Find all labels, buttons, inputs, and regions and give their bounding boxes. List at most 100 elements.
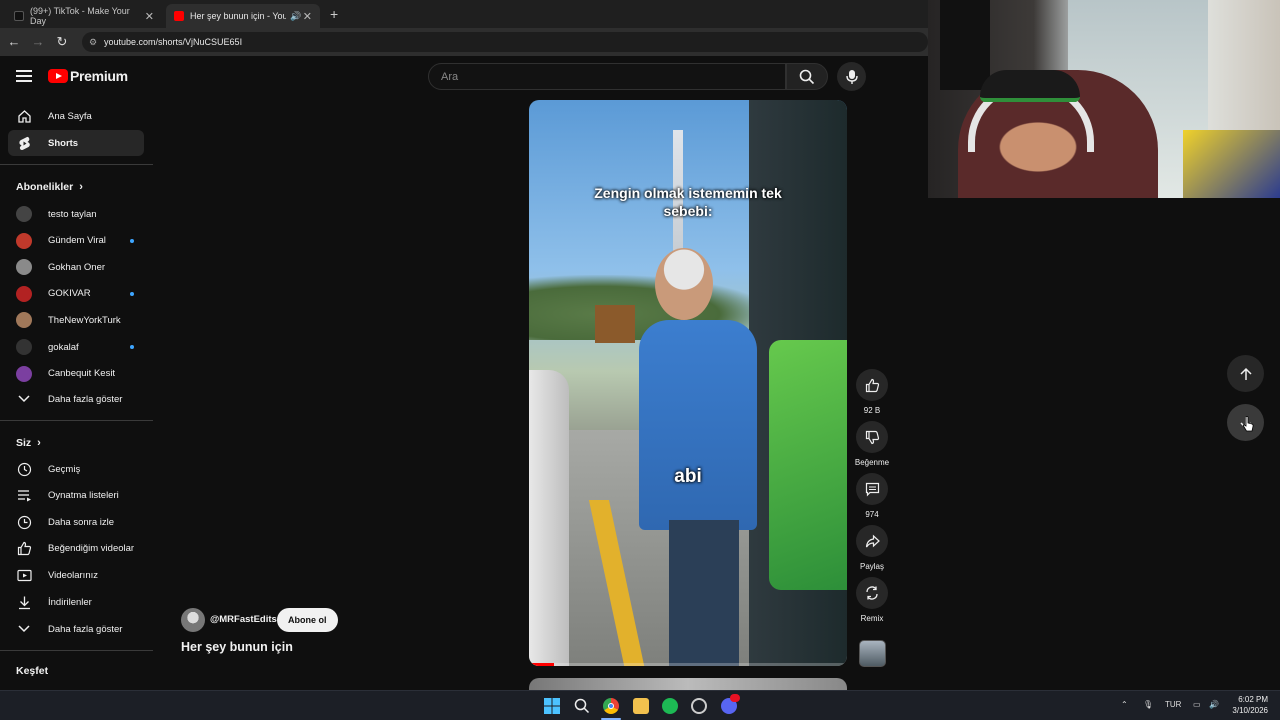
sidebar-item-label: Beğendiğim videolar xyxy=(48,543,135,555)
chrome-icon[interactable] xyxy=(603,698,619,714)
sidebar-subscription-item[interactable]: GOKIVAR xyxy=(8,281,144,307)
sound-thumbnail[interactable] xyxy=(859,640,886,667)
tab-title: Her şey bunun için - YouTube xyxy=(190,11,286,21)
like-button[interactable]: 92 B xyxy=(856,369,888,415)
remix-button[interactable]: Remix xyxy=(856,577,888,623)
sidebar-item-label: testo taylan xyxy=(48,208,97,220)
dislike-button[interactable]: Beğenme xyxy=(855,421,889,467)
sidebar-item-shorts[interactable]: Shorts xyxy=(8,130,144,156)
search-button[interactable] xyxy=(786,63,828,90)
sidebar-item-liked-videos[interactable]: Beğendiğim videolar xyxy=(8,536,144,562)
chevron-right-icon: › xyxy=(79,181,83,193)
back-arrow-icon[interactable]: ← xyxy=(6,34,22,50)
url-field[interactable]: ⚙ youtube.com/shorts/VjNuCSUE65I xyxy=(82,32,928,52)
sidebar-item-label: Gokhan Oner xyxy=(48,261,106,273)
you-heading[interactable]: Siz › xyxy=(16,437,41,449)
browser-tab-bar: (99+) TikTok - Make Your Day ✕ Her şey b… xyxy=(0,0,930,28)
app-icon[interactable] xyxy=(691,698,707,714)
microphone-tray-icon[interactable]: 🎙 xyxy=(1143,700,1153,709)
system-clock[interactable]: 6:02 PM 3/10/2026 xyxy=(1232,694,1268,716)
show-more-subscriptions[interactable]: Daha fazla göster xyxy=(8,386,144,412)
forward-arrow-icon[interactable]: → xyxy=(30,34,46,50)
windows-start-icon[interactable] xyxy=(544,698,560,714)
sidebar-item-home[interactable]: Ana Sayfa xyxy=(8,103,144,129)
chevron-up-icon[interactable]: ⌃ xyxy=(1121,700,1128,709)
explore-heading: Keşfet xyxy=(16,665,48,677)
subscriptions-title: Abonelikler xyxy=(16,181,74,193)
new-content-dot xyxy=(130,291,134,296)
sidebar-item-label: Ana Sayfa xyxy=(48,110,92,122)
voice-search-button[interactable] xyxy=(837,62,866,91)
webcam-jersey xyxy=(1183,130,1280,198)
video-progress-bar[interactable] xyxy=(529,663,847,666)
subscriptions-heading[interactable]: Abonelikler › xyxy=(16,181,83,193)
sidebar-subscription-item[interactable]: Gündem Viral xyxy=(8,228,144,254)
discord-icon[interactable] xyxy=(721,694,740,714)
new-tab-button[interactable]: + xyxy=(330,6,338,22)
channel-avatar-icon xyxy=(16,365,32,382)
sidebar-subscription-item[interactable]: Gokhan Oner xyxy=(8,254,144,280)
channel-avatar-icon xyxy=(16,232,32,249)
site-info-icon[interactable]: ⚙ xyxy=(89,32,97,52)
sidebar-item-history[interactable]: Geçmiş xyxy=(8,456,144,482)
sidebar-item-label: Gündem Viral xyxy=(48,235,106,247)
video-title[interactable]: Her şey bunun için xyxy=(181,640,293,654)
divider xyxy=(0,164,153,165)
youtube-logo[interactable]: Premium xyxy=(48,68,128,84)
menu-icon[interactable] xyxy=(16,70,32,82)
network-icon[interactable]: ▭ xyxy=(1193,700,1201,709)
comments-button[interactable]: 974 xyxy=(856,473,888,519)
language-indicator[interactable]: TUR xyxy=(1165,700,1181,709)
previous-short-button[interactable] xyxy=(1227,355,1264,392)
divider xyxy=(0,420,153,421)
show-more-you[interactable]: Daha fazla göster xyxy=(8,616,144,642)
watch-later-icon xyxy=(16,514,32,530)
sidebar-subscription-item[interactable]: Canbequit Kesit xyxy=(8,361,144,387)
clock-time: 6:02 PM xyxy=(1238,695,1268,704)
sidebar-item-downloads[interactable]: İndirilenler xyxy=(8,589,144,615)
channel-avatar-icon xyxy=(16,339,32,355)
search-box[interactable] xyxy=(428,63,786,90)
next-short-preview[interactable] xyxy=(529,678,847,690)
sidebar-subscription-item[interactable]: gokalaf xyxy=(8,334,144,360)
history-icon xyxy=(16,461,32,477)
video-progress-fill xyxy=(529,663,555,666)
downloads-icon xyxy=(16,594,32,610)
reload-icon[interactable]: ↻ xyxy=(54,34,70,50)
webcam-wall-poster xyxy=(940,0,990,90)
remix-label: Remix xyxy=(860,614,884,623)
comment-icon xyxy=(865,482,879,496)
spotify-icon[interactable] xyxy=(662,698,678,714)
microphone-icon xyxy=(845,69,858,84)
sidebar-item-label: Canbequit Kesit xyxy=(48,368,116,380)
sidebar-item-playlists[interactable]: Oynatma listeleri xyxy=(8,483,144,509)
speaker-icon[interactable]: 🔊 xyxy=(290,11,301,22)
channel-avatar[interactable] xyxy=(181,608,205,632)
explore-title: Keşfet xyxy=(16,665,49,677)
volume-icon[interactable]: 🔊 xyxy=(1209,700,1219,709)
taskbar-search-icon[interactable] xyxy=(574,698,590,714)
tab-youtube[interactable]: Her şey bunun için - YouTube 🔊 ✕ xyxy=(166,4,320,28)
playlists-icon xyxy=(16,488,32,504)
channel-avatar-icon xyxy=(16,259,32,276)
file-explorer-icon[interactable] xyxy=(633,698,649,714)
share-button[interactable]: Paylaş xyxy=(856,525,888,571)
close-icon[interactable]: ✕ xyxy=(145,10,154,23)
sidebar-item-your-videos[interactable]: Videolarınız xyxy=(8,562,144,588)
sidebar-item-watch-later[interactable]: Daha sonra izle xyxy=(8,509,144,535)
sidebar-subscription-item[interactable]: TheNewYorkTurk xyxy=(8,307,144,333)
search-input[interactable] xyxy=(429,64,785,89)
tab-title: (99+) TikTok - Make Your Day xyxy=(30,6,130,26)
sidebar-subscription-item[interactable]: testo taylan xyxy=(8,201,144,227)
short-video-player[interactable]: Zengin olmak istememin tek sebebi: abi xyxy=(529,100,847,666)
shorts-icon xyxy=(16,135,32,151)
you-title: Siz xyxy=(16,437,32,449)
your-videos-icon xyxy=(16,567,32,583)
thumbs-up-icon xyxy=(865,378,879,392)
youtube-icon xyxy=(174,11,184,21)
tab-tiktok[interactable]: (99+) TikTok - Make Your Day ✕ xyxy=(6,4,162,28)
channel-name[interactable]: @MRFastEdits xyxy=(210,614,277,625)
subscribe-button[interactable]: Abone ol xyxy=(277,608,338,632)
close-icon[interactable]: ✕ xyxy=(303,10,312,23)
new-content-dot xyxy=(130,238,134,243)
